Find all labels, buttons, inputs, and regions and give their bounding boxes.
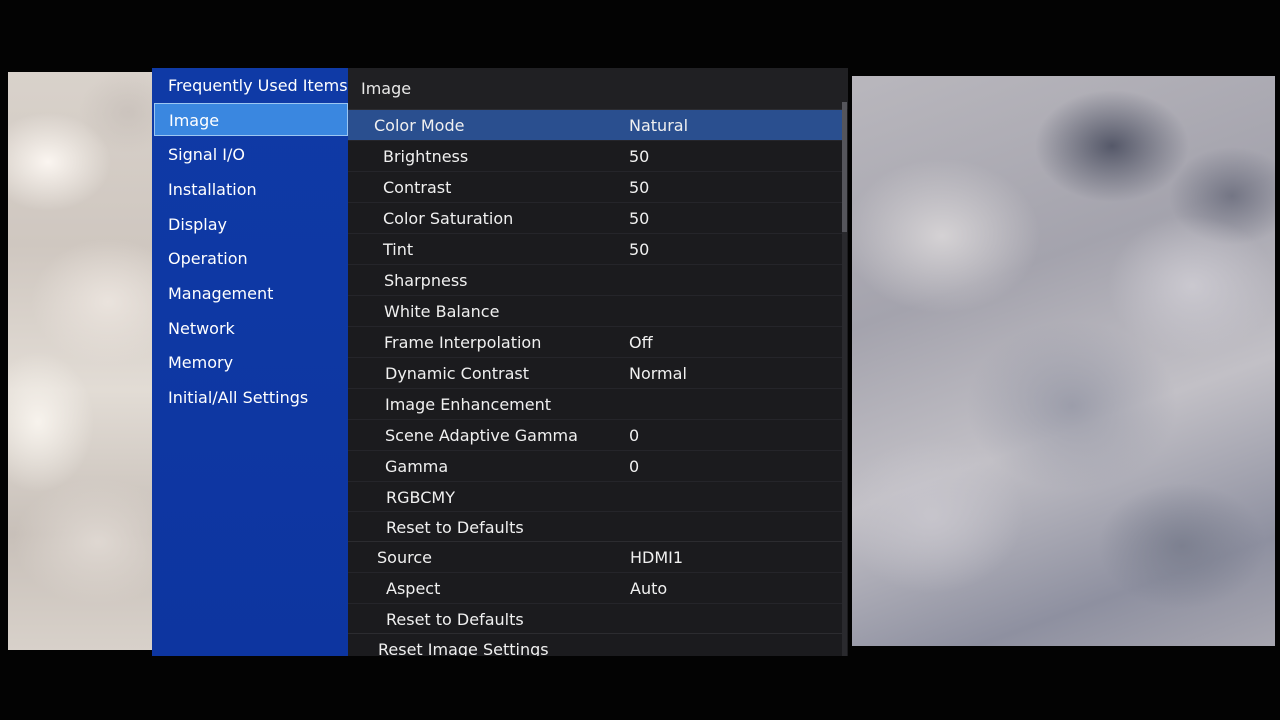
setting-label: Aspect — [386, 579, 441, 598]
setting-label: Dynamic Contrast — [385, 364, 530, 383]
setting-value: Normal — [629, 364, 687, 383]
setting-row-brightness[interactable]: Brightness 50 — [348, 140, 842, 171]
setting-label: Brightness — [383, 147, 469, 166]
setting-value: 50 — [629, 178, 650, 197]
setting-row-aspect[interactable]: Aspect Auto — [348, 572, 842, 603]
sidebar-item-initial-all-settings[interactable]: Initial/All Settings — [154, 381, 348, 414]
sidebar-item-installation[interactable]: Installation — [154, 173, 348, 206]
setting-row-dynamic-contrast[interactable]: Dynamic Contrast Normal — [348, 357, 842, 388]
background-image-left — [8, 72, 158, 650]
setting-label: Sharpness — [384, 271, 468, 290]
osd-menu: Frequently Used Items Image Signal I/O I… — [152, 68, 848, 656]
panel-title: Image — [348, 68, 848, 109]
sidebar-item-image[interactable]: Image — [154, 103, 348, 136]
sidebar-item-memory[interactable]: Memory — [154, 346, 348, 379]
setting-row-white-balance[interactable]: White Balance — [348, 295, 842, 326]
setting-value: 50 — [629, 209, 650, 228]
setting-row-rgbcmy[interactable]: RGBCMY — [348, 481, 842, 512]
setting-value: 50 — [629, 147, 650, 166]
setting-label: Source — [377, 548, 432, 567]
setting-label: Gamma — [385, 457, 449, 476]
setting-row-scene-adaptive-gamma[interactable]: Scene Adaptive Gamma 0 — [348, 419, 842, 450]
sidebar-item-frequently-used-items[interactable]: Frequently Used Items — [154, 69, 348, 102]
setting-value: Natural — [629, 116, 689, 135]
sidebar-item-operation[interactable]: Operation — [154, 242, 348, 275]
sidebar-item-management[interactable]: Management — [154, 277, 348, 310]
setting-label: Scene Adaptive Gamma — [385, 426, 578, 445]
projector-screen: Frequently Used Items Image Signal I/O I… — [0, 0, 1280, 720]
setting-label: Reset Image Settings — [378, 640, 549, 656]
setting-row-reset-to-defaults-image[interactable]: Reset to Defaults — [348, 511, 842, 542]
setting-value: HDMI1 — [630, 548, 684, 567]
setting-label: RGBCMY — [386, 488, 455, 507]
sidebar-item-display[interactable]: Display — [154, 208, 348, 241]
background-image-right — [852, 76, 1275, 646]
setting-row-color-mode[interactable]: Color Mode Natural — [348, 109, 842, 140]
setting-row-color-saturation[interactable]: Color Saturation 50 — [348, 202, 842, 233]
setting-label: Tint — [383, 240, 414, 259]
sidebar-item-network[interactable]: Network — [154, 312, 348, 345]
setting-row-sharpness[interactable]: Sharpness — [348, 264, 842, 295]
setting-label: Frame Interpolation — [384, 333, 542, 352]
setting-label: Reset to Defaults — [386, 518, 524, 537]
setting-label: White Balance — [384, 302, 500, 321]
setting-value: 0 — [629, 426, 640, 445]
scrollbar[interactable] — [842, 102, 847, 656]
setting-value: Auto — [630, 579, 668, 598]
setting-label: Reset to Defaults — [386, 610, 524, 629]
setting-value: 0 — [629, 457, 640, 476]
setting-row-contrast[interactable]: Contrast 50 — [348, 171, 842, 202]
setting-row-tint[interactable]: Tint 50 — [348, 233, 842, 264]
setting-row-reset-image-settings[interactable]: Reset Image Settings — [348, 633, 842, 656]
setting-row-source[interactable]: Source HDMI1 — [348, 541, 842, 572]
setting-row-gamma[interactable]: Gamma 0 — [348, 450, 842, 481]
scrollbar-thumb[interactable] — [842, 102, 847, 232]
setting-value: 50 — [629, 240, 650, 259]
setting-label: Color Mode — [374, 116, 465, 135]
setting-label: Color Saturation — [383, 209, 514, 228]
setting-row-image-enhancement[interactable]: Image Enhancement — [348, 388, 842, 419]
settings-panel: Image Color Mode Natural Brightness 50 C… — [348, 68, 848, 656]
setting-label: Image Enhancement — [385, 395, 552, 414]
setting-row-frame-interpolation[interactable]: Frame Interpolation Off — [348, 326, 842, 357]
setting-label: Contrast — [383, 178, 452, 197]
sidebar: Frequently Used Items Image Signal I/O I… — [152, 68, 352, 656]
sidebar-item-signal-io[interactable]: Signal I/O — [154, 138, 348, 171]
setting-row-reset-to-defaults-source[interactable]: Reset to Defaults — [348, 603, 842, 634]
setting-value: Off — [629, 333, 653, 352]
